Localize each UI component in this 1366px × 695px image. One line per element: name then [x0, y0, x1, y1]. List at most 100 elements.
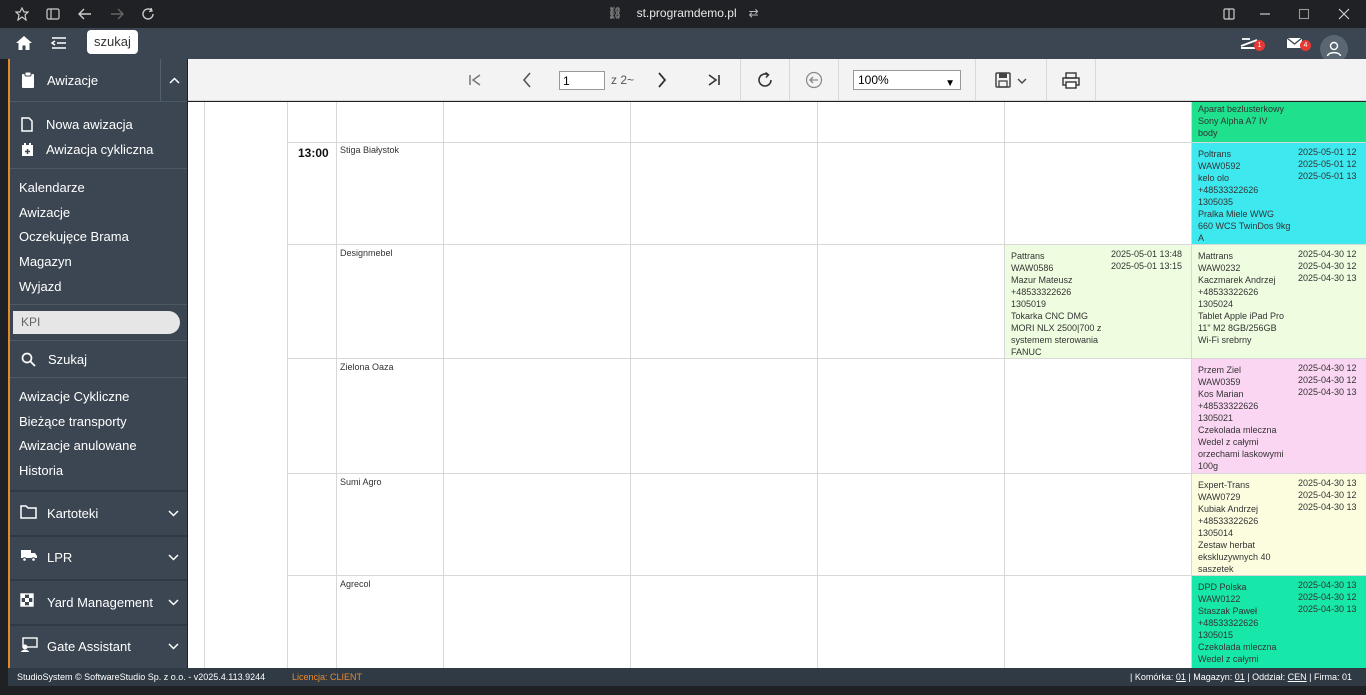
print-icon[interactable]	[1060, 69, 1082, 91]
zoom-value: 100%	[858, 73, 889, 87]
entry-line: saszetek	[1198, 564, 1234, 574]
report-viewer: Aparat bezlusterkowy Sony Alpha A7 IV bo…	[188, 102, 1366, 668]
last-page-icon[interactable]	[703, 69, 725, 91]
department-label: | Oddział:	[1244, 672, 1288, 682]
mail-notifications-icon[interactable]: 4	[1284, 33, 1311, 53]
entry-line: +48533322626	[1011, 287, 1072, 297]
cell-label: | Komórka:	[1130, 672, 1176, 682]
sidebar-item-awizacja-cykliczna[interactable]: Awizacja cykliczna	[21, 142, 153, 157]
sidebar-item-kalendarze[interactable]: Kalendarze	[19, 180, 85, 195]
sidebar-item-awizacje-cykliczne[interactable]: Awizacje Cykliczne	[19, 389, 129, 404]
schedule-entry[interactable]: Poltrans WAW0592 kelo olo +48533322626 1…	[1192, 143, 1366, 244]
sidebar-group-label: Yard Management	[47, 594, 153, 610]
menu-collapse-icon[interactable]	[48, 33, 70, 53]
entry-line: WAW0586	[1011, 263, 1054, 273]
truck-notifications-icon[interactable]: 1	[1238, 33, 1265, 53]
schedule-entry-top[interactable]: Aparat bezlusterkowy Sony Alpha A7 IV bo…	[1192, 102, 1366, 142]
chevron-down-icon[interactable]	[160, 581, 187, 623]
home-icon[interactable]	[13, 33, 35, 53]
entry-date: 2025-04-30 13	[1298, 502, 1357, 512]
company-name: Sumi Agro	[340, 477, 382, 487]
entry-date: 2025-04-30 13	[1298, 580, 1357, 590]
address-bar[interactable]: ⛓ st.programdemo.pl ⇄	[0, 6, 1366, 20]
sidebar-item-biezace-transporty[interactable]: Bieżące transporty	[19, 414, 127, 429]
department-value[interactable]: CEN	[1288, 672, 1307, 682]
minimize-icon[interactable]	[1256, 5, 1274, 23]
chevron-down-icon[interactable]	[160, 625, 187, 667]
entry-date: 2025-04-30 13	[1298, 604, 1357, 614]
chevron-up-icon[interactable]	[160, 59, 187, 101]
entry-line: WAW0359	[1198, 377, 1241, 387]
entry-line: Pralka Miele WWG	[1198, 209, 1275, 219]
entry-date: 2025-05-01 12	[1298, 159, 1357, 169]
chevron-down-icon[interactable]	[160, 492, 187, 534]
schedule-entry[interactable]: DPD Polska WAW0122 Staszak Paweł +485333…	[1192, 576, 1366, 668]
entry-line: A	[1198, 233, 1205, 243]
search-button[interactable]: szukaj	[87, 30, 138, 54]
entry-line: Tokarka CNC DMG	[1011, 311, 1089, 321]
sidebar-group-yard-management[interactable]: Yard Management	[10, 581, 187, 623]
link-icon: ⛓	[607, 6, 623, 20]
sidebar-group-label: Gate Assistant	[47, 638, 131, 654]
close-icon[interactable]	[1335, 5, 1353, 23]
sidebar-section-awizacje[interactable]: Awizacje	[10, 59, 187, 101]
sidebar-item-magazyn[interactable]: Magazyn	[19, 254, 72, 269]
entry-date: 2025-04-30 12	[1298, 375, 1357, 385]
sidebar-group-lpr[interactable]: LPR	[10, 536, 187, 578]
entry-date: 2025-04-30 12	[1298, 592, 1357, 602]
entry-line: Czekolada mleczna	[1198, 642, 1277, 652]
back-to-parent-icon[interactable]	[803, 69, 825, 91]
entry-line: 1305021	[1198, 413, 1234, 423]
schedule-entry[interactable]: Przem Ziel WAW0359 Kos Marian +485333226…	[1192, 359, 1366, 473]
license-text: Licencja: CLIENT	[292, 672, 363, 682]
chevron-down-icon[interactable]	[160, 536, 187, 578]
entry-line: Kubiak Andrzej	[1198, 504, 1259, 514]
sidebar-group-kartoteki[interactable]: Kartoteki	[10, 492, 187, 534]
refresh-icon[interactable]	[754, 69, 776, 91]
first-page-icon[interactable]	[464, 69, 486, 91]
sidebar-item-nowa-awizacja[interactable]: Nowa awizacja	[21, 117, 133, 132]
sidebar-group-label: LPR	[47, 549, 73, 565]
sidebar-item-wyjazd[interactable]: Wyjazd	[19, 279, 62, 294]
entry-line: WAW0729	[1198, 492, 1241, 502]
entry-line: MORI NLX 2500|700 z	[1011, 323, 1102, 333]
entry-line: 660 WCS TwinDos 9kg	[1198, 221, 1291, 231]
firm-label: | Firma: 01	[1306, 672, 1352, 682]
warehouse-value[interactable]: 01	[1235, 672, 1245, 682]
entry-line: Sony Alpha A7 IV	[1198, 116, 1268, 126]
entry-line: 1305014	[1198, 528, 1234, 538]
zoom-select[interactable]: 100% ▼	[853, 70, 961, 90]
sidebar-item-historia[interactable]: Historia	[19, 463, 63, 478]
schedule-entry[interactable]: Expert-Trans WAW0729 Kubiak Andrzej +485…	[1192, 474, 1366, 575]
mail-badge: 4	[1300, 40, 1311, 51]
sidebar-item-awizacje[interactable]: Awizacje	[19, 205, 70, 220]
cell-value[interactable]: 01	[1176, 672, 1186, 682]
report-toolbar: z 2~ 100% ▼	[188, 59, 1366, 101]
entry-line: Mazur Mateusz	[1011, 275, 1073, 285]
sidebar-group-gate-assistant[interactable]: Gate Assistant	[10, 625, 187, 667]
previous-page-icon[interactable]	[516, 69, 538, 91]
schedule-entry[interactable]: Pattrans WAW0586 Mazur Mateusz +48533322…	[1005, 245, 1191, 358]
site-settings-icon[interactable]: ⇄	[749, 6, 759, 20]
save-export-icon[interactable]	[992, 69, 1030, 91]
entry-line: Zestaw herbat	[1198, 540, 1256, 550]
entry-line: Wedel z całymi	[1198, 654, 1259, 664]
page-number-input[interactable]	[559, 71, 605, 90]
split-view-icon[interactable]	[1220, 5, 1238, 23]
maximize-icon[interactable]	[1295, 5, 1313, 23]
entry-line: +48533322626	[1198, 287, 1259, 297]
checkered-grid-icon	[20, 593, 38, 611]
sidebar-item-szukaj[interactable]: Szukaj	[21, 352, 87, 367]
entry-line: Expert-Trans	[1198, 480, 1250, 490]
file-icon	[21, 117, 33, 132]
sidebar-item-awizacje-anulowane[interactable]: Awizacje anulowane	[19, 438, 137, 453]
entry-line: WAW0122	[1198, 594, 1241, 604]
company-name: Stiga Białystok	[340, 145, 400, 155]
sidebar-item-label: Nowa awizacja	[46, 117, 133, 132]
next-page-icon[interactable]	[651, 69, 673, 91]
entry-line: Mattrans	[1198, 251, 1234, 261]
sidebar-item-oczekujace-brama[interactable]: Oczekujęce Brama	[19, 229, 129, 244]
schedule-entry[interactable]: Mattrans WAW0232 Kaczmarek Andrzej +4853…	[1192, 245, 1366, 358]
sidebar-item-kpi[interactable]: KPI	[13, 311, 180, 334]
entry-line: Przem Ziel	[1198, 365, 1242, 375]
